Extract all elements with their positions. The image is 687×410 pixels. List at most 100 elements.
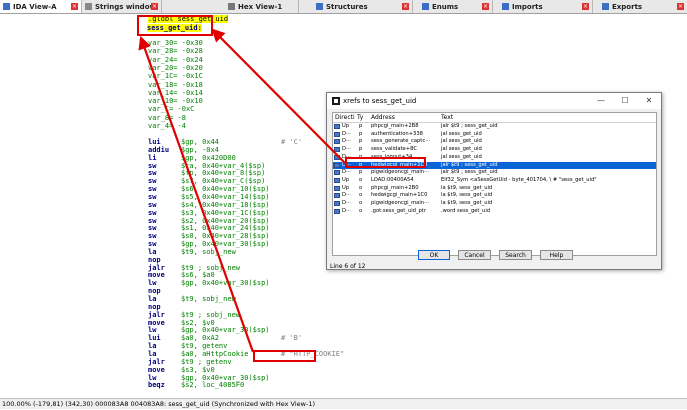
instruction-line[interactable]: lui $gp, 0x44 # 'C' — [148, 138, 302, 146]
mnemonic: sw — [148, 216, 157, 225]
xref-row[interactable]: Up p phpcgi_main+2B8 jalr $t9 ; sess_get_ui… — [333, 123, 656, 131]
minimize-icon[interactable]: — — [589, 93, 613, 109]
cancel-button[interactable]: Cancel — [458, 250, 491, 260]
tab-hex-view-1[interactable]: Hex View-1 — [162, 0, 299, 13]
instruction-line[interactable]: sw $s2, 0x40+var_20($sp) — [148, 217, 281, 225]
flow-arrow-gutter — [0, 14, 136, 398]
mnemonic: sw — [148, 240, 157, 249]
instruction-line[interactable]: nop — [148, 303, 281, 311]
xref-row[interactable]: D··· o hedwigcgi_main+1C0 la $t9, sess_get_… — [333, 192, 656, 200]
maximize-icon[interactable]: ☐ — [613, 93, 637, 109]
tab-ida-view-a[interactable]: IDA View-A × — [0, 0, 82, 13]
xref-type: o — [359, 184, 363, 191]
close-icon[interactable]: ✕ — [637, 93, 661, 109]
ok-button[interactable]: OK — [418, 250, 450, 260]
tab-structures[interactable]: Structures × — [313, 0, 413, 13]
instruction-line[interactable]: sw $s7, 0x40+var_C($sp) — [148, 177, 281, 185]
ida-app-icon — [332, 97, 340, 105]
stack-variable[interactable]: var_C= -0xC — [148, 105, 194, 113]
xref-row[interactable]: D··· o .got:sess_get_uid_ptr .word sess_get… — [333, 208, 656, 216]
instruction-line[interactable]: li $gp, 0x420D00 — [148, 154, 281, 162]
stack-variable[interactable]: var_20= -0x20 — [148, 64, 203, 72]
stack-variable[interactable]: var_8= -8 — [148, 114, 186, 122]
xref-row[interactable]: D··· p pigwidgeoncgi_main··· jalr $t9 ; ses… — [333, 169, 656, 177]
var-name: var_28= — [148, 47, 178, 56]
column-header-text[interactable]: Text — [441, 113, 453, 122]
xref-row[interactable]: D··· p sess_validate+8C jal sess_get_uid — [333, 146, 656, 154]
close-icon[interactable]: × — [582, 3, 589, 10]
stack-variable[interactable]: var_24= -0x24 — [148, 56, 203, 64]
close-icon[interactable]: × — [677, 3, 684, 10]
var-offset: -0x18 — [181, 80, 203, 89]
tab-strings-window[interactable]: Strings window × — [82, 0, 162, 13]
tab-imports[interactable]: Imports × — [493, 0, 593, 13]
stack-variable[interactable]: var_30= -0x30 — [148, 39, 203, 47]
instruction-line[interactable]: nop — [148, 256, 281, 264]
xref-row[interactable]: Up o LOAD:00400A54 Elf32_Sym <aSessGetUid -… — [333, 177, 656, 185]
mnemonic: nop — [148, 287, 161, 296]
instruction-line[interactable]: move $s6, $a0 — [148, 271, 281, 279]
dialog-title-bar[interactable]: xrefs to sess_get_uid — ☐ ✕ — [327, 93, 661, 109]
comment: # 'C' — [281, 138, 303, 146]
xref-icon — [334, 185, 340, 191]
stack-variable[interactable]: var_4= -4 — [148, 122, 186, 130]
instruction-line[interactable]: sw $s1, 0x40+var_24($sp) — [148, 224, 281, 232]
instruction-line[interactable]: sw $s6, 0x40+var_10($sp) — [148, 185, 281, 193]
close-icon[interactable]: × — [482, 3, 489, 10]
stack-variable[interactable]: var_18= -0x18 — [148, 81, 203, 89]
instruction-line[interactable]: la $t9, getenv — [148, 342, 281, 350]
instruction-line[interactable]: la $t9, sobj_new — [148, 248, 281, 256]
instruction-line[interactable]: beqz $s2, loc_4085F0 — [148, 381, 281, 389]
xref-row[interactable]: D··· p sess_generate_captc··· jal sess_get_… — [333, 138, 656, 146]
tab-label: Strings window — [95, 2, 156, 11]
instruction-line[interactable]: sw $fp, 0x40+var_8($sp) — [148, 169, 281, 177]
xref-row[interactable]: D··· p authentication+338 jal sess_get_uid — [333, 131, 656, 139]
xrefs-dialog[interactable]: xrefs to sess_get_uid — ☐ ✕ Directi Ty A… — [326, 92, 662, 270]
xref-row[interactable]: D··· o pigwidgeoncgi_main··· la $t9, sess_g… — [333, 200, 656, 208]
instruction-line[interactable]: move $s3, $v0 — [148, 366, 281, 374]
instruction-line[interactable]: lw $gp, 0x40+var_30($sp) — [148, 326, 281, 334]
xref-icon — [334, 177, 340, 183]
close-icon[interactable]: × — [71, 3, 78, 10]
instruction-line[interactable]: sw $s3, 0x40+var_1C($sp) — [148, 209, 281, 217]
tab-enums[interactable]: Enums × — [413, 0, 493, 13]
enums-icon — [422, 3, 429, 10]
structures-icon — [316, 3, 323, 10]
column-header-type[interactable]: Ty — [357, 113, 363, 122]
instruction-line[interactable]: la $t9, sobj_new — [148, 295, 281, 303]
instruction-line[interactable]: jalr $t9 ; sobj_new — [148, 311, 281, 319]
close-icon[interactable]: × — [402, 3, 409, 10]
column-header-address[interactable]: Address — [371, 113, 395, 122]
stack-variable[interactable]: var_10= -0x10 — [148, 97, 203, 105]
instruction-line[interactable]: nop — [148, 287, 281, 295]
mnemonic: sw — [148, 200, 157, 209]
xrefs-table[interactable]: Directi Ty Address Text Up p phpcgi_main+2… — [332, 112, 657, 256]
instruction-line[interactable]: addiu $gp, -0x4 — [148, 146, 281, 154]
help-button[interactable]: Help — [540, 250, 573, 260]
stack-variable[interactable]: var_28= -0x28 — [148, 47, 203, 55]
var-name: var_20= — [148, 63, 178, 72]
stack-variable[interactable]: var_14= -0x14 — [148, 89, 203, 97]
xref-type: o — [359, 207, 363, 214]
instruction-line[interactable]: sw $gp, 0x40+var_30($sp) — [148, 240, 281, 248]
instruction-line[interactable]: lui $a0, 0xA2 # 'B' — [148, 334, 302, 342]
column-header-direction[interactable]: Directi — [335, 113, 355, 122]
dialog-title: xrefs to sess_get_uid — [343, 97, 417, 105]
instruction-line[interactable]: lw $gp, 0x40+var_30($sp) — [148, 279, 281, 287]
instruction-line[interactable]: sw $s0, 0x40+var_28($sp) — [148, 232, 281, 240]
xref-row[interactable]: Up o phpcgi_main+2B0 la $t9, sess_get_uid — [333, 185, 656, 193]
instruction-line[interactable]: sw $s5, 0x40+var_14($sp) — [148, 193, 281, 201]
status-bar: 100.00% (-179,81) (342,30) 000083A8 0040… — [0, 398, 687, 409]
operands: $s7, 0x40+var_C($sp) — [181, 177, 266, 186]
xref-type: p — [359, 138, 363, 145]
instruction-line[interactable]: sw $s4, 0x40+var_18($sp) — [148, 201, 281, 209]
search-button[interactable]: Search — [499, 250, 532, 260]
instruction-line[interactable]: lw $gp, 0x40+var_30($sp) — [148, 374, 281, 382]
instruction-line[interactable]: jalr $t9 ; sobj_new — [148, 264, 281, 272]
instruction-line[interactable]: move $s2, $v0 — [148, 319, 281, 327]
stack-variable[interactable]: var_1C= -0x1C — [148, 72, 203, 80]
close-icon[interactable]: × — [151, 3, 158, 10]
instruction-line[interactable]: sw $ra, 0x40+var_4($sp) — [148, 162, 281, 170]
var-name: var_C= — [148, 105, 174, 114]
tab-exports[interactable]: Exports × — [593, 0, 687, 13]
